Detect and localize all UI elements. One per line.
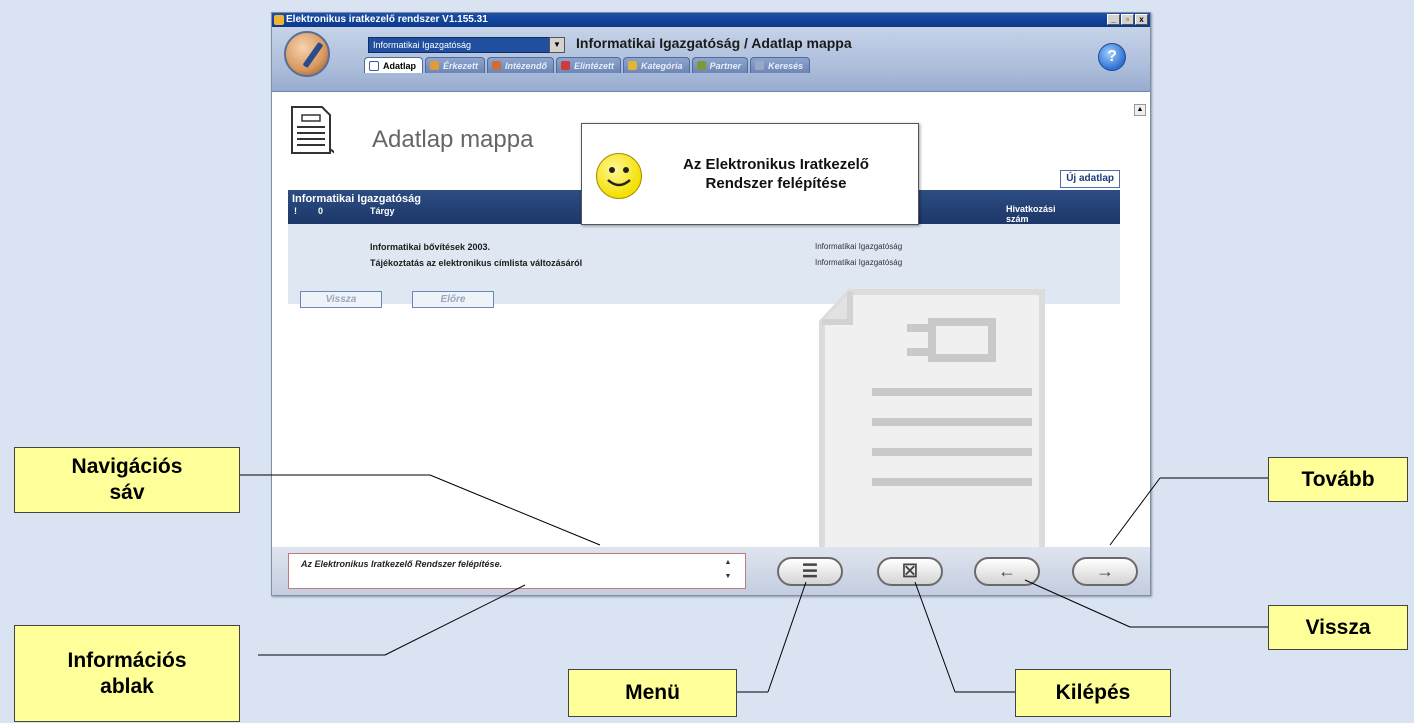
callout-back: Vissza xyxy=(1268,605,1408,650)
column-attachment[interactable]: 0 xyxy=(318,206,323,216)
row-department: Informatikai Igazgatóság xyxy=(815,242,903,251)
department-select[interactable]: Informatikai Igazgatóság ▼ xyxy=(368,37,565,53)
app-icon xyxy=(274,15,284,25)
scroll-up-icon[interactable]: ▲ xyxy=(723,557,733,569)
smiley-icon xyxy=(596,153,642,199)
inbox-icon xyxy=(430,61,440,70)
menu-button[interactable]: ☰ xyxy=(777,557,843,586)
callout-next: Tovább xyxy=(1268,457,1408,502)
scroll-up-arrow[interactable]: ▲ xyxy=(1134,104,1146,116)
document-watermark-icon xyxy=(819,289,1045,559)
column-reference[interactable]: Hivatkozási szám xyxy=(1006,204,1056,224)
tab-adatlap[interactable]: Adatlap xyxy=(364,57,424,73)
arrow-left-icon: ← xyxy=(998,561,1016,581)
page-path-title: Informatikai Igazgatóság / Adatlap mappa xyxy=(576,35,852,51)
page-title: Adatlap mappa xyxy=(372,126,534,153)
window-title: Elektronikus iratkezelő rendszer V1.155.… xyxy=(286,14,488,25)
callout-info-line1: Információs xyxy=(67,648,187,672)
tab-intezendo[interactable]: Intézendő xyxy=(487,57,555,73)
exit-icon: ☒ xyxy=(901,561,919,581)
tab-label: Keresés xyxy=(768,60,804,71)
menu-icon: ☰ xyxy=(801,561,819,581)
search-icon xyxy=(755,61,765,70)
exit-button[interactable]: ☒ xyxy=(877,557,943,586)
back-button[interactable]: ← xyxy=(974,557,1040,586)
row-subject: Informatikai bővítések 2003. xyxy=(370,242,491,252)
title-bar: Elektronikus iratkezelő rendszer V1.155.… xyxy=(272,13,1150,27)
next-button[interactable]: → xyxy=(1072,557,1138,586)
folder-icon xyxy=(369,60,379,71)
tab-kategoria[interactable]: Kategória xyxy=(623,57,690,73)
callout-nav-line1: Navigációs xyxy=(71,455,183,478)
chevron-down-icon[interactable]: ▼ xyxy=(549,37,565,53)
category-icon xyxy=(628,61,638,70)
navigation-bar: Az Elektronikus Iratkezelő Rendszer felé… xyxy=(272,547,1150,595)
callout-exit: Kilépés xyxy=(1015,669,1171,717)
help-icon[interactable]: ? xyxy=(1098,43,1126,71)
task-icon xyxy=(492,61,502,70)
callout-navigation-bar: Navigációs sáv xyxy=(14,447,240,513)
table-row[interactable]: Tájékoztatás az elektronikus címlista vá… xyxy=(288,257,1120,272)
window-controls: _ ▫ x xyxy=(1107,14,1148,25)
department-select-value: Informatikai Igazgatóság xyxy=(373,40,472,50)
table-row[interactable]: Informatikai bővítések 2003. Informatika… xyxy=(288,241,1120,256)
row-department: Informatikai Igazgatóság xyxy=(815,258,903,267)
column-reference-line2: szám xyxy=(1006,214,1029,224)
tab-label: Kategória xyxy=(641,60,683,71)
tab-label: Érkezett xyxy=(443,60,479,71)
partner-icon xyxy=(696,61,706,70)
callout-menu: Menü xyxy=(568,669,737,717)
document-folder-icon xyxy=(291,106,334,154)
close-button[interactable]: x xyxy=(1135,14,1148,25)
tab-bar: Adatlap Érkezett Intézendő Elintézett Ka… xyxy=(364,57,811,73)
list-forward-button[interactable]: Előre xyxy=(412,291,494,308)
new-record-button[interactable]: Új adatlap xyxy=(1060,170,1120,188)
info-text: Az Elektronikus Iratkezelő Rendszer felé… xyxy=(301,559,503,569)
tab-erkezett[interactable]: Érkezett xyxy=(425,57,486,73)
tab-label: Intézendő xyxy=(505,60,548,71)
arrow-right-icon: → xyxy=(1096,561,1114,581)
app-window: Elektronikus iratkezelő rendszer V1.155.… xyxy=(271,12,1151,596)
info-popup: Az Elektronikus Iratkezelő Rendszer felé… xyxy=(581,123,919,225)
tab-label: Elintézett xyxy=(574,60,615,71)
popup-line1: Az Elektronikus Iratkezelő xyxy=(683,156,869,173)
tab-kereses[interactable]: Keresés xyxy=(750,57,811,73)
app-header: Informatikai Igazgatóság ▼ Informatikai … xyxy=(272,27,1150,92)
row-subject: Tájékoztatás az elektronikus címlista vá… xyxy=(370,258,583,268)
list-back-button[interactable]: Vissza xyxy=(300,291,382,308)
minimize-button[interactable]: _ xyxy=(1107,14,1120,25)
tab-elintezett[interactable]: Elintézett xyxy=(556,57,622,73)
main-content: ▲ Adatlap mappa Új adatlap Informatikai … xyxy=(272,92,1150,559)
callout-nav-line2: sáv xyxy=(109,481,145,504)
tab-partner[interactable]: Partner xyxy=(691,57,749,73)
callout-info-line2: ablak xyxy=(100,674,154,698)
column-reference-line1: Hivatkozási xyxy=(1006,204,1056,214)
app-logo-icon xyxy=(284,31,330,77)
callout-info-window: Információs ablak xyxy=(14,625,240,722)
info-window: Az Elektronikus Iratkezelő Rendszer felé… xyxy=(288,553,746,589)
tab-label: Adatlap xyxy=(383,60,417,71)
info-scroll: ▲ ▼ xyxy=(723,557,733,583)
list-title: Informatikai Igazgatóság xyxy=(292,193,421,205)
column-priority[interactable]: ! xyxy=(294,206,297,216)
column-subject[interactable]: Tárgy xyxy=(370,206,395,216)
tab-label: Partner xyxy=(709,60,742,71)
popup-message: Az Elektronikus Iratkezelő Rendszer felé… xyxy=(646,155,906,193)
popup-line2: Rendszer felépítése xyxy=(705,175,847,192)
scroll-down-icon[interactable]: ▼ xyxy=(723,571,733,583)
done-icon xyxy=(561,61,571,70)
maximize-button[interactable]: ▫ xyxy=(1121,14,1134,25)
